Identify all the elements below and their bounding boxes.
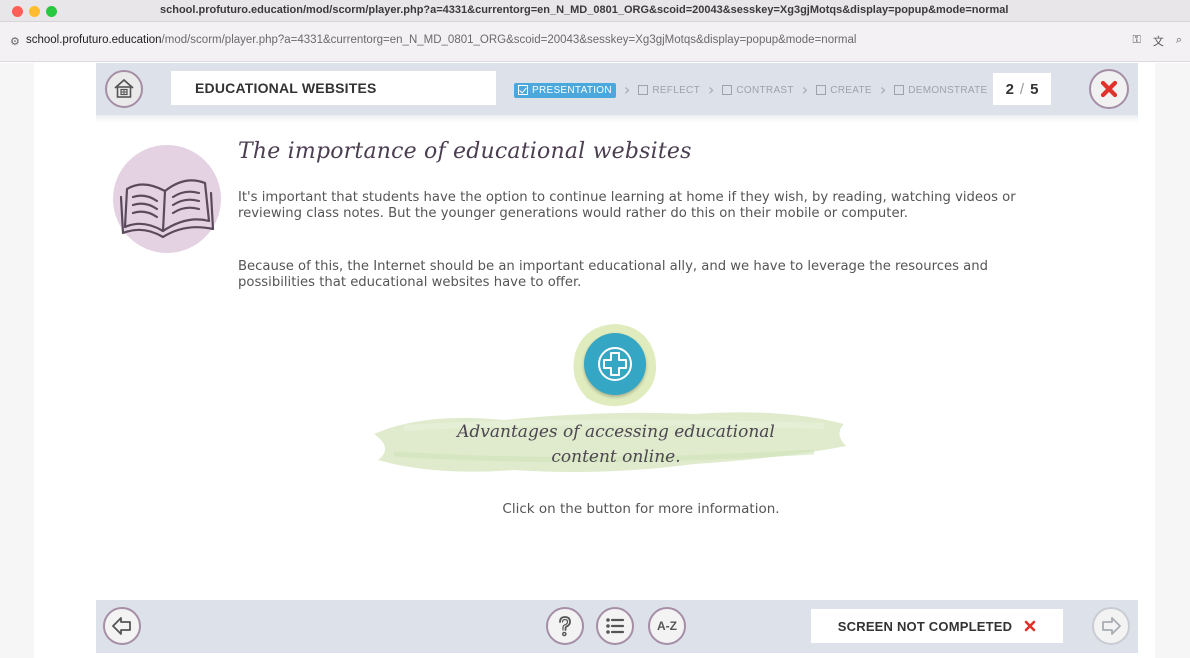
checkbox-icon [638, 85, 649, 95]
question-mark-icon [559, 616, 571, 637]
top-bar-shadow [96, 115, 1138, 123]
page-heading: The importance of educational websites [238, 139, 692, 164]
browser-title-bar: school.profuturo.education/mod/scorm/pla… [0, 0, 1190, 22]
site-settings-icon[interactable]: ⚙ [10, 35, 20, 48]
scorm-player: EDUCATIONAL WEBSITES PRESENTATION › REFL… [96, 63, 1138, 653]
window-title: school.profuturo.education/mod/scorm/pla… [160, 4, 1009, 16]
page-margin-right [1155, 63, 1190, 658]
url-text[interactable]: school.profuturo.education/mod/scorm/pla… [26, 34, 1086, 46]
step-presentation[interactable]: PRESENTATION [514, 82, 616, 98]
step-label: PRESENTATION [532, 84, 612, 96]
advantages-line-2: content online. [551, 447, 681, 467]
chevron-right-icon: › [801, 80, 809, 99]
instruction-text: Click on the button for more information… [502, 501, 780, 517]
book-illustration [113, 145, 221, 253]
window-zoom-button[interactable] [46, 6, 57, 17]
checkbox-checked-icon [518, 85, 528, 95]
page-separator: / [1019, 80, 1025, 98]
step-contrast[interactable]: CONTRAST [722, 85, 793, 96]
url-host: school.profuturo.education [26, 34, 162, 46]
course-title: EDUCATIONAL WEBSITES [195, 80, 377, 96]
step-create[interactable]: CREATE [816, 85, 872, 96]
close-button[interactable] [1089, 69, 1129, 109]
completion-status: SCREEN NOT COMPLETED [811, 609, 1063, 643]
home-icon [114, 79, 134, 98]
url-path: /mod/scorm/player.php?a=4331&currentorg=… [161, 34, 857, 46]
glossary-label: A-Z [657, 619, 677, 633]
player-top-bar: EDUCATIONAL WEBSITES PRESENTATION › REFL… [96, 63, 1138, 115]
close-icon [1024, 620, 1036, 632]
step-label: CREATE [830, 84, 872, 96]
checkbox-icon [894, 85, 905, 95]
more-info-button[interactable] [584, 333, 646, 395]
progress-steps: PRESENTATION › REFLECT › CONTRAST › CREA… [514, 80, 987, 100]
glossary-button[interactable]: A-Z [648, 607, 686, 645]
checkbox-icon [722, 85, 733, 95]
zoom-icon[interactable]: ⌕ [1176, 33, 1182, 49]
step-label: REFLECT [652, 84, 700, 96]
advantages-line-1: Advantages of accessing educational [457, 422, 775, 442]
help-button[interactable] [546, 607, 584, 645]
chevron-right-icon: › [879, 80, 887, 99]
course-title-box: EDUCATIONAL WEBSITES [171, 71, 496, 105]
step-label: DEMONSTRATE [908, 84, 988, 96]
page-total: 5 [1030, 80, 1039, 98]
address-bar-tools: ⚿ 文 ⌕ [1132, 33, 1182, 49]
step-reflect[interactable]: REFLECT [638, 85, 700, 96]
step-demonstrate[interactable]: DEMONSTRATE [894, 85, 987, 96]
page-margin-left [0, 63, 34, 658]
address-bar[interactable]: ⚙ school.profuturo.education/mod/scorm/p… [0, 22, 1190, 62]
page-current: 2 [1005, 80, 1014, 98]
advantages-title: Advantages of accessing educational cont… [406, 420, 826, 470]
step-label: CONTRAST [736, 84, 794, 96]
second-paragraph: Because of this, the Internet should be … [238, 259, 988, 290]
intro-paragraph: It's important that students have the op… [238, 190, 1016, 221]
plus-icon [598, 347, 632, 381]
close-icon [1100, 80, 1118, 98]
player-bottom-bar: A-Z SCREEN NOT COMPLETED [96, 600, 1138, 653]
arrow-left-icon [112, 617, 131, 635]
checkbox-icon [816, 85, 827, 95]
next-button[interactable] [1092, 607, 1130, 645]
chevron-right-icon: › [707, 80, 715, 99]
translate-icon[interactable]: 文 [1153, 33, 1164, 49]
window-close-button[interactable] [12, 6, 23, 17]
chevron-right-icon: › [623, 80, 631, 99]
status-label: SCREEN NOT COMPLETED [837, 618, 1013, 634]
password-key-icon[interactable]: ⚿ [1132, 33, 1140, 49]
window-minimize-button[interactable] [29, 6, 40, 17]
open-book-icon [119, 179, 215, 239]
arrow-right-icon [1102, 617, 1121, 635]
previous-button[interactable] [103, 607, 141, 645]
home-button[interactable] [105, 70, 143, 108]
list-icon [606, 618, 625, 634]
page-counter: 2 / 5 [993, 73, 1051, 105]
index-button[interactable] [596, 607, 634, 645]
